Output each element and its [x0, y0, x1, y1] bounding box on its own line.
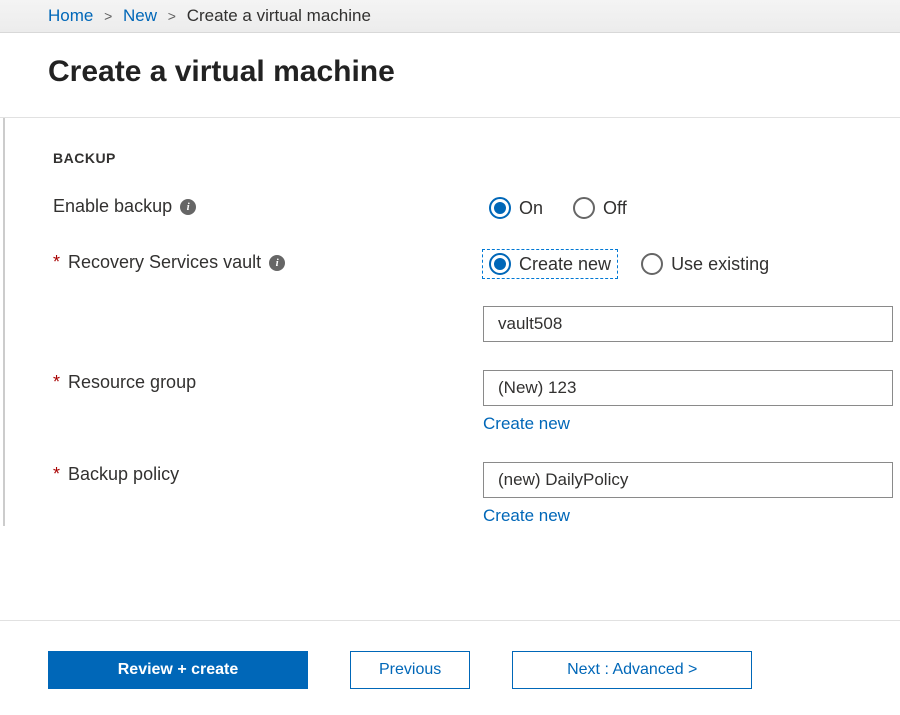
radio-icon: [641, 253, 663, 275]
breadcrumb-current: Create a virtual machine: [187, 6, 371, 25]
page-title: Create a virtual machine: [48, 55, 900, 89]
row-resource-group: * Resource group Create new: [53, 370, 900, 434]
radio-icon: [489, 253, 511, 275]
radio-icon: [573, 197, 595, 219]
required-asterisk: *: [53, 464, 60, 485]
form-content: BACKUP Enable backup i On Off * Recovery…: [3, 118, 900, 526]
review-create-button[interactable]: Review + create: [48, 651, 308, 689]
info-icon[interactable]: i: [269, 255, 285, 271]
breadcrumb-home[interactable]: Home: [48, 6, 93, 25]
required-asterisk: *: [53, 252, 60, 273]
radio-group-recovery-vault: Create new Use existing: [483, 250, 900, 278]
wizard-footer: Review + create Previous Next : Advanced…: [0, 620, 900, 715]
row-backup-policy: * Backup policy Create new: [53, 462, 900, 526]
chevron-right-icon: >: [104, 8, 112, 24]
backup-policy-input[interactable]: [483, 462, 893, 498]
next-advanced-button[interactable]: Next : Advanced >: [512, 651, 752, 689]
label-enable-backup: Enable backup i: [53, 194, 483, 217]
label-resource-group: * Resource group: [53, 370, 483, 393]
vault-name-input[interactable]: [483, 306, 893, 342]
label-backup-policy: * Backup policy: [53, 462, 483, 485]
row-recovery-vault: * Recovery Services vault i Create new U…: [53, 250, 900, 278]
backup-policy-create-link[interactable]: Create new: [483, 506, 570, 526]
radio-backup-on[interactable]: On: [483, 194, 549, 222]
radio-vault-create-new[interactable]: Create new: [483, 250, 617, 278]
label-recovery-vault: * Recovery Services vault i: [53, 250, 483, 273]
radio-icon: [489, 197, 511, 219]
radio-vault-use-existing[interactable]: Use existing: [635, 250, 775, 278]
row-enable-backup: Enable backup i On Off: [53, 194, 900, 222]
previous-button[interactable]: Previous: [350, 651, 470, 689]
page-header: Create a virtual machine: [0, 33, 900, 118]
row-vault-name: [53, 306, 900, 342]
breadcrumb-new[interactable]: New: [123, 6, 157, 25]
resource-group-create-link[interactable]: Create new: [483, 414, 570, 434]
required-asterisk: *: [53, 372, 60, 393]
section-title: BACKUP: [53, 150, 900, 166]
breadcrumb: Home > New > Create a virtual machine: [48, 6, 900, 26]
chevron-right-icon: >: [168, 8, 176, 24]
resource-group-input[interactable]: [483, 370, 893, 406]
breadcrumb-bar: Home > New > Create a virtual machine: [0, 0, 900, 33]
radio-group-enable-backup: On Off: [483, 194, 900, 222]
radio-backup-off[interactable]: Off: [567, 194, 633, 222]
info-icon[interactable]: i: [180, 199, 196, 215]
